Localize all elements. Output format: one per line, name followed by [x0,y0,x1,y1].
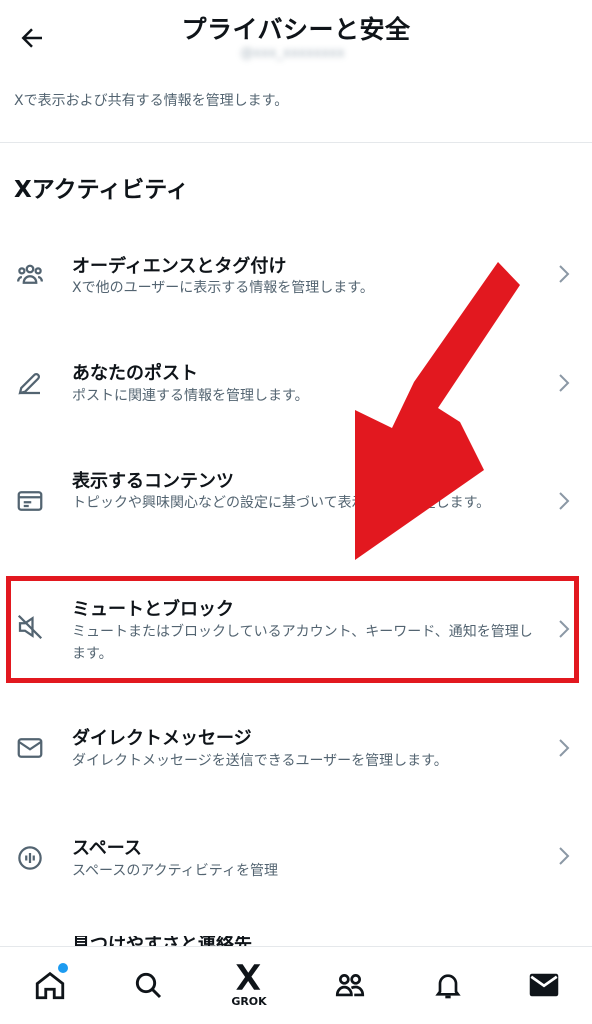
settings-item-spaces[interactable]: スペース スペースのアクティビティを管理 [0,822,592,922]
item-label: オーディエンスとタグ付け [72,256,287,277]
item-description: スペースのアクティビティを管理 [72,863,278,879]
envelope-filled-icon [529,973,559,997]
page-description: Xで表示および共有する情報を管理します。 [14,93,289,109]
content-icon [12,483,48,519]
settings-item-audience[interactable]: オーディエンスとタグ付け Xで他のユーザーに表示する情報を管理します。 [0,236,592,336]
item-description: Xで他のユーザーに表示する情報を管理します。 [72,280,374,296]
chevron-right-icon [554,844,574,868]
bottom-nav: GROK [0,946,592,1024]
item-description: トピックや興味関心などの設定に基づいて表示内容を決定します。 [72,495,491,511]
settings-item-your-posts[interactable]: あなたのポスト ポストに関連する情報を管理します。 [0,345,592,445]
envelope-icon [12,730,48,766]
page-title: プライバシーと安全 [181,15,411,44]
chevron-right-icon [554,371,574,395]
item-label: あなたのポスト [72,363,198,384]
home-icon [35,971,65,1000]
item-description: ミュートまたはブロックしているアカウント、キーワード、通知を管理します。 [72,624,533,662]
chevron-right-icon [554,736,574,760]
settings-item-mute-block[interactable]: ミュートとブロック ミュートまたはブロックしているアカウント、キーワード、通知を… [0,581,592,681]
grok-icon [236,964,261,990]
nav-grok[interactable] [229,957,269,997]
nav-messages[interactable] [524,965,564,1005]
bell-icon [435,974,461,999]
grok-label: GROK [231,995,267,1008]
section-title: Xアクティビティ [14,177,189,203]
communities-icon [335,974,365,997]
spaces-icon [12,840,48,876]
chevron-right-icon [554,617,574,641]
people-icon [12,256,48,292]
item-label: 見つけやすさと連絡先 [72,936,252,946]
mute-icon [12,609,48,645]
item-label: ダイレクトメッセージ [72,728,252,749]
nav-communities[interactable] [330,965,370,1005]
item-label: 表示するコンテンツ [72,471,234,492]
item-label: スペース [72,838,142,859]
chevron-right-icon [554,262,574,286]
settings-item-discoverability[interactable]: 見つけやすさと連絡先 [0,936,592,946]
search-icon [135,972,162,999]
header: プライバシーと安全 @xxx_xxxxxxxx [0,0,592,70]
item-description: ダイレクトメッセージを送信できるユーザーを管理します。 [72,753,448,769]
divider [0,142,592,143]
nav-search[interactable] [128,965,168,1005]
item-label: ミュートとブロック [72,599,234,620]
settings-item-content[interactable]: 表示するコンテンツ トピックや興味関心などの設定に基づいて表示内容を決定します。 [0,455,592,565]
pencil-icon [12,365,48,401]
chevron-right-icon [554,489,574,513]
settings-item-direct-messages[interactable]: ダイレクトメッセージ ダイレクトメッセージを送信できるユーザーを管理します。 [0,712,592,812]
notification-dot [58,963,68,973]
nav-notifications[interactable] [428,965,468,1005]
item-description: ポストに関連する情報を管理します。 [72,388,309,404]
account-handle: @xxx_xxxxxxxx [240,46,345,61]
